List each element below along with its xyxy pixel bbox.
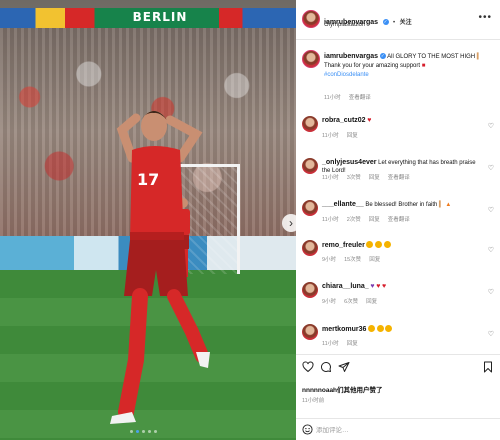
- comment-username[interactable]: mertkomur36: [322, 326, 366, 333]
- post-actions: [296, 354, 500, 380]
- comment-time: 11小时: [322, 217, 339, 223]
- reply-button[interactable]: 回复: [366, 297, 377, 305]
- comment-text: Be blessed! Brother in faith: [365, 202, 438, 208]
- laughing-emoji-icon: [376, 325, 384, 332]
- reply-button[interactable]: 回复: [347, 131, 358, 139]
- carousel-dot: [148, 430, 151, 433]
- fire-emoji-icon: ▲: [445, 202, 452, 208]
- banner-text: BERLIN: [132, 10, 188, 24]
- avatar[interactable]: [302, 116, 318, 132]
- comment-like-icon[interactable]: ♡: [488, 206, 494, 214]
- reply-button[interactable]: 回复: [369, 173, 380, 181]
- comment-username[interactable]: chiara__luna_: [322, 283, 369, 290]
- caption-time: 11小时: [324, 95, 341, 101]
- carousel-indicator: [130, 430, 157, 433]
- comment-like-icon[interactable]: ♡: [488, 288, 494, 296]
- avatar[interactable]: [302, 200, 318, 216]
- comment-input[interactable]: [316, 424, 446, 436]
- comment-username[interactable]: robra_cutz02: [322, 117, 366, 124]
- avatar[interactable]: [302, 240, 318, 256]
- reply-button[interactable]: 回复: [369, 255, 380, 263]
- laughing-emoji-icon: [366, 241, 374, 248]
- comment-item: ___ellante__ Be blessed! Brother in fait…: [296, 198, 500, 234]
- chevron-right-icon: ›: [289, 216, 293, 230]
- comment-username[interactable]: _onlyjesus4ever: [322, 159, 376, 166]
- red-heart-emoji-icon: ♥: [367, 117, 372, 124]
- add-comment-bar: [296, 418, 500, 440]
- comment-item: chiara__luna_ ♥ ♥ ♥ 9小时 6次赞 回复 ♡: [296, 280, 500, 316]
- caption-text-2: Thank you for your amazing support: [324, 63, 422, 69]
- comment-like-icon[interactable]: ♡: [488, 122, 494, 130]
- more-icon[interactable]: •••: [478, 12, 492, 23]
- post-header: iamrubenvargas ✓ • 关注 Olympiastadion •••: [296, 0, 500, 40]
- purple-heart-emoji-icon: ♥: [370, 283, 375, 290]
- carousel-dot-active: [136, 430, 139, 433]
- carousel-dot: [154, 430, 157, 433]
- post-side-panel: iamrubenvargas ✓ • 关注 Olympiastadion •••…: [296, 0, 500, 440]
- comment-username[interactable]: remo_freuler: [322, 242, 365, 249]
- praying-emoji-icon: ▍: [476, 54, 482, 60]
- next-photo-button[interactable]: ›: [282, 214, 296, 232]
- follow-button[interactable]: 关注: [400, 20, 412, 26]
- verified-badge-icon: ✓: [382, 19, 389, 25]
- comment-like-icon[interactable]: ♡: [488, 164, 494, 172]
- avatar[interactable]: [302, 158, 318, 174]
- avatar[interactable]: [302, 282, 318, 298]
- comment-item: remo_freuler 9小时 15次赞 回复 ♡: [296, 238, 500, 274]
- hashtag-link[interactable]: #conDiosdelante: [324, 72, 369, 78]
- avatar[interactable]: [302, 324, 318, 340]
- caption-text: All GLORY TO THE MOST HIGH: [387, 54, 476, 60]
- flag-emoji-icon: ■: [421, 63, 426, 69]
- location-link[interactable]: Olympiastadion: [324, 22, 365, 28]
- comment-time: 11小时: [322, 133, 339, 139]
- carousel-dot: [142, 430, 145, 433]
- verified-badge-icon: ✓: [379, 53, 386, 59]
- comment-time: 9小时: [322, 257, 337, 263]
- caption: iamrubenvargas ✓ All GLORY TO THE MOST H…: [296, 48, 500, 108]
- post-photo: BERLIN 17 ›: [0, 0, 296, 440]
- jersey-number: 17: [137, 170, 160, 189]
- red-heart-emoji-icon: ♥: [376, 283, 381, 290]
- laughing-emoji-icon: [375, 241, 383, 248]
- player-figure: [110, 111, 210, 424]
- comment-item: _onlyjesus4ever Let everything that has …: [296, 156, 500, 192]
- comment-likes[interactable]: 6次赞: [344, 297, 358, 305]
- avatar[interactable]: [302, 50, 320, 68]
- comment-username[interactable]: ___ellante__: [322, 201, 364, 208]
- heart-icon[interactable]: [302, 361, 314, 373]
- comment-likes[interactable]: 3次赞: [347, 173, 361, 181]
- caption-username[interactable]: iamrubenvargas: [324, 53, 378, 60]
- comment-time: 11小时: [322, 175, 339, 181]
- red-heart-emoji-icon: ♥: [382, 283, 387, 290]
- emoji-icon[interactable]: [302, 424, 313, 435]
- reply-button[interactable]: 回复: [369, 215, 380, 223]
- comment-like-icon[interactable]: ♡: [488, 330, 494, 338]
- see-translation-link[interactable]: 查看翻译: [388, 215, 410, 223]
- carousel-dot: [130, 430, 133, 433]
- see-translation-link[interactable]: 查看翻译: [349, 93, 371, 101]
- reply-button[interactable]: 回复: [347, 339, 358, 347]
- bookmark-icon[interactable]: [482, 361, 494, 373]
- share-icon[interactable]: [338, 361, 350, 373]
- comment-item: mertkomur36 11小时 回复 ♡: [296, 322, 500, 358]
- comment-icon[interactable]: [320, 361, 332, 373]
- praying-emoji-icon: ▍: [439, 202, 444, 208]
- comment-likes[interactable]: 15次赞: [344, 255, 361, 263]
- see-translation-link[interactable]: 查看翻译: [388, 173, 410, 181]
- comment-item: robra_cutz02 ♥ 11小时 回复 ♡: [296, 114, 500, 150]
- laughing-emoji-icon: [368, 325, 376, 332]
- liked-by-text[interactable]: nnnnnoaah们其他用户赞了: [302, 384, 383, 394]
- laughing-emoji-icon: [385, 325, 393, 332]
- post-time: 11小时前: [302, 398, 325, 404]
- laughing-emoji-icon: [383, 241, 391, 248]
- comment-time: 11小时: [322, 341, 339, 347]
- comment-time: 9小时: [322, 299, 337, 305]
- comment-like-icon[interactable]: ♡: [488, 246, 494, 254]
- avatar[interactable]: [302, 10, 320, 28]
- comment-likes[interactable]: 2次赞: [347, 215, 361, 223]
